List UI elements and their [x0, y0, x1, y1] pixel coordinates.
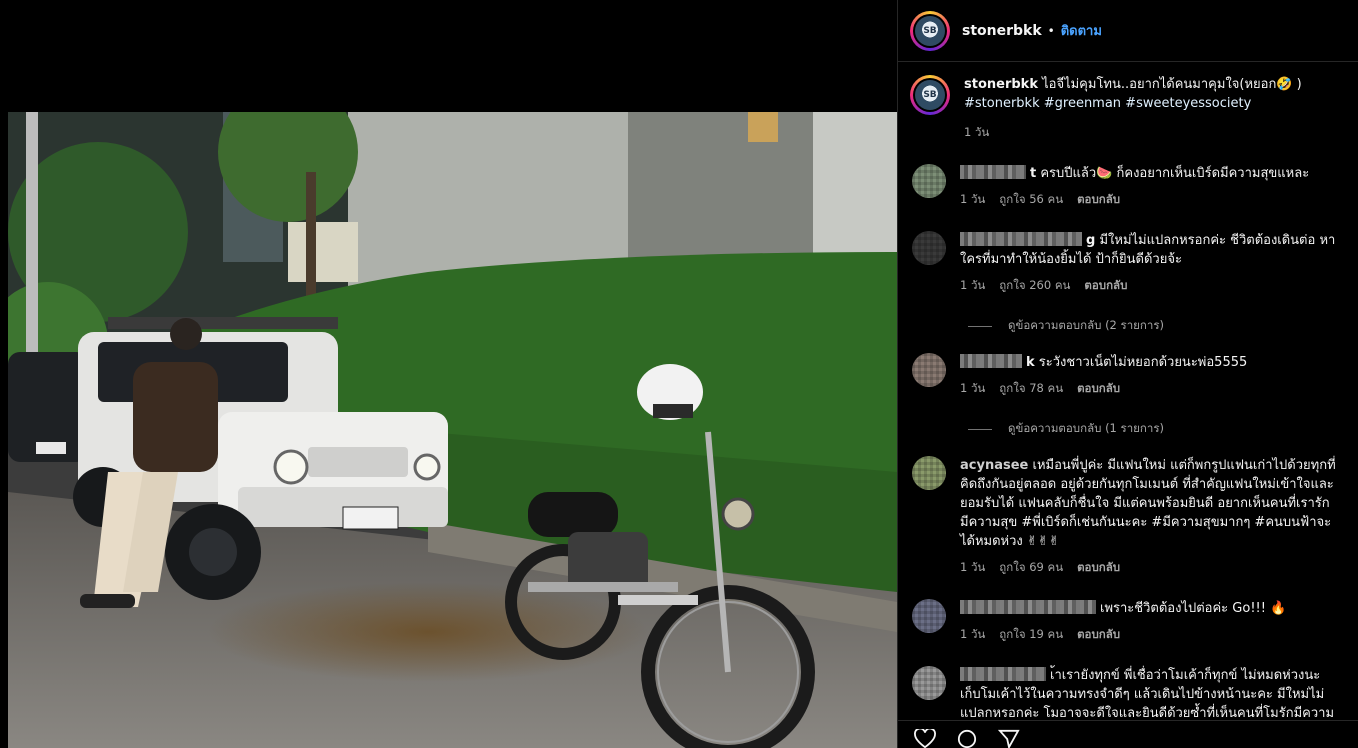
comment-item: เพราะชีวิตต้องไปต่อค่ะ Go!!! 🔥 1 วัน ถูกใ… — [898, 599, 1358, 644]
blurred-username[interactable] — [960, 600, 1096, 614]
reply-button[interactable]: ตอบกลับ — [1077, 380, 1120, 398]
comment-username-suffix: g — [1086, 233, 1096, 248]
post-actions-bar — [898, 720, 1358, 748]
replies-line — [968, 325, 992, 327]
post-side-panel: SB stonerbkk • ติดตาม SB stonerbkk ไอจีไ… — [897, 0, 1358, 748]
photo-area — [0, 0, 897, 748]
comment-text: เพราะชีวิตต้องไปต่อค่ะ Go!!! 🔥 — [1100, 601, 1287, 616]
commenter-avatar[interactable] — [912, 599, 946, 633]
view-replies-button[interactable]: ดูข้อความตอบกลับ (1 รายการ) — [898, 420, 1358, 438]
post-header: SB stonerbkk • ติดตาม — [898, 0, 1358, 62]
post-photo-illustration — [8, 112, 897, 748]
separator-dot: • — [1047, 23, 1055, 38]
comment-time: 1 วัน — [960, 627, 986, 641]
avatar-logo: SB — [915, 80, 945, 110]
comment-likes[interactable]: ถูกใจ 19 คน — [999, 626, 1063, 644]
blurred-username[interactable] — [960, 232, 1082, 246]
reply-button[interactable]: ตอบกลับ — [1077, 191, 1120, 209]
view-replies-button[interactable]: ดูข้อความตอบกลับ (2 รายการ) — [898, 317, 1358, 335]
comments-scroll[interactable]: SB stonerbkk ไอจีไม่คุมโทน..อยากได้คนมาค… — [898, 63, 1358, 720]
blurred-username[interactable] — [960, 667, 1046, 681]
commenter-avatar[interactable] — [912, 353, 946, 387]
comment-likes[interactable]: ถูกใจ 78 คน — [999, 380, 1063, 398]
comment-time: 1 วัน — [960, 192, 986, 206]
commenter-avatar[interactable] — [912, 666, 946, 700]
caption-avatar[interactable]: SB — [910, 75, 950, 115]
blurred-username[interactable] — [960, 354, 1022, 368]
caption-hashtags[interactable]: #stonerbkk #greenman #sweeteyessociety — [964, 96, 1251, 111]
comment-item: acynasee เหมือนพี่ปูค่ะ มีแฟนใหม่ แต่ก็พ… — [898, 456, 1358, 577]
caption-time: 1 วัน — [964, 125, 990, 139]
comment-icon[interactable] — [956, 729, 980, 748]
comment-item: เ้าเรายังทุกข์ พี่เชื่อว่าโมเค้าก็ทุกข์ … — [898, 666, 1358, 720]
comment-likes[interactable]: ถูกใจ 69 คน — [999, 559, 1063, 577]
view-replies-label: ดูข้อความตอบกลับ (2 รายการ) — [1008, 318, 1164, 332]
commenter-avatar[interactable] — [912, 164, 946, 198]
share-icon[interactable] — [997, 729, 1022, 748]
comment-time: 1 วัน — [960, 381, 986, 395]
comment-text: ครบปีแล้ว🍉 ก็คงอยากเห็นเบิร์ดมีความสุขแห… — [1040, 166, 1310, 181]
comment-likes[interactable]: ถูกใจ 56 คน — [999, 191, 1063, 209]
comment-item: t ครบปีแล้ว🍉 ก็คงอยากเห็นเบิร์ดมีความสุข… — [898, 164, 1358, 209]
comment-time: 1 วัน — [960, 560, 986, 574]
reply-button[interactable]: ตอบกลับ — [1077, 559, 1120, 577]
comment-text: ระวังชาวเน็ตไม่หยอกด้วยนะพ่อ5555 — [1038, 355, 1248, 370]
comment-time: 1 วัน — [960, 278, 986, 292]
profile-avatar[interactable]: SB — [910, 10, 950, 51]
reply-button[interactable]: ตอบกลับ — [1084, 277, 1127, 295]
comment-likes[interactable]: ถูกใจ 260 คน — [999, 277, 1070, 295]
commenter-avatar[interactable] — [912, 231, 946, 265]
comment-username-suffix: t — [1030, 166, 1037, 181]
reply-button[interactable]: ตอบกลับ — [1077, 626, 1120, 644]
post-photo[interactable] — [8, 112, 897, 748]
comment-username-suffix: k — [1026, 355, 1035, 370]
heart-icon[interactable] — [914, 727, 938, 748]
header-username[interactable]: stonerbkk — [962, 23, 1042, 39]
comment-username[interactable]: acynasee — [960, 458, 1028, 473]
avatar-logo: SB — [915, 15, 945, 46]
caption-username[interactable]: stonerbkk — [964, 77, 1038, 92]
blurred-username[interactable] — [960, 165, 1026, 179]
commenter-avatar[interactable] — [912, 456, 946, 490]
comment-item: g มีใหม่ไม่แปลกหรอกค่ะ ชีวิตต้องเดินต่อ … — [898, 231, 1358, 295]
replies-line — [968, 428, 992, 430]
post-caption: SB stonerbkk ไอจีไม่คุมโทน..อยากได้คนมาค… — [898, 63, 1358, 142]
comment-item: k ระวังชาวเน็ตไม่หยอกด้วยนะพ่อ5555 1 วัน… — [898, 353, 1358, 398]
follow-button[interactable]: ติดตาม — [1061, 20, 1102, 41]
caption-text: ไอจีไม่คุมโทน..อยากได้คนมาคุมใจ(หยอก🤣 ) — [1042, 77, 1302, 92]
view-replies-label: ดูข้อความตอบกลับ (1 รายการ) — [1008, 421, 1164, 435]
